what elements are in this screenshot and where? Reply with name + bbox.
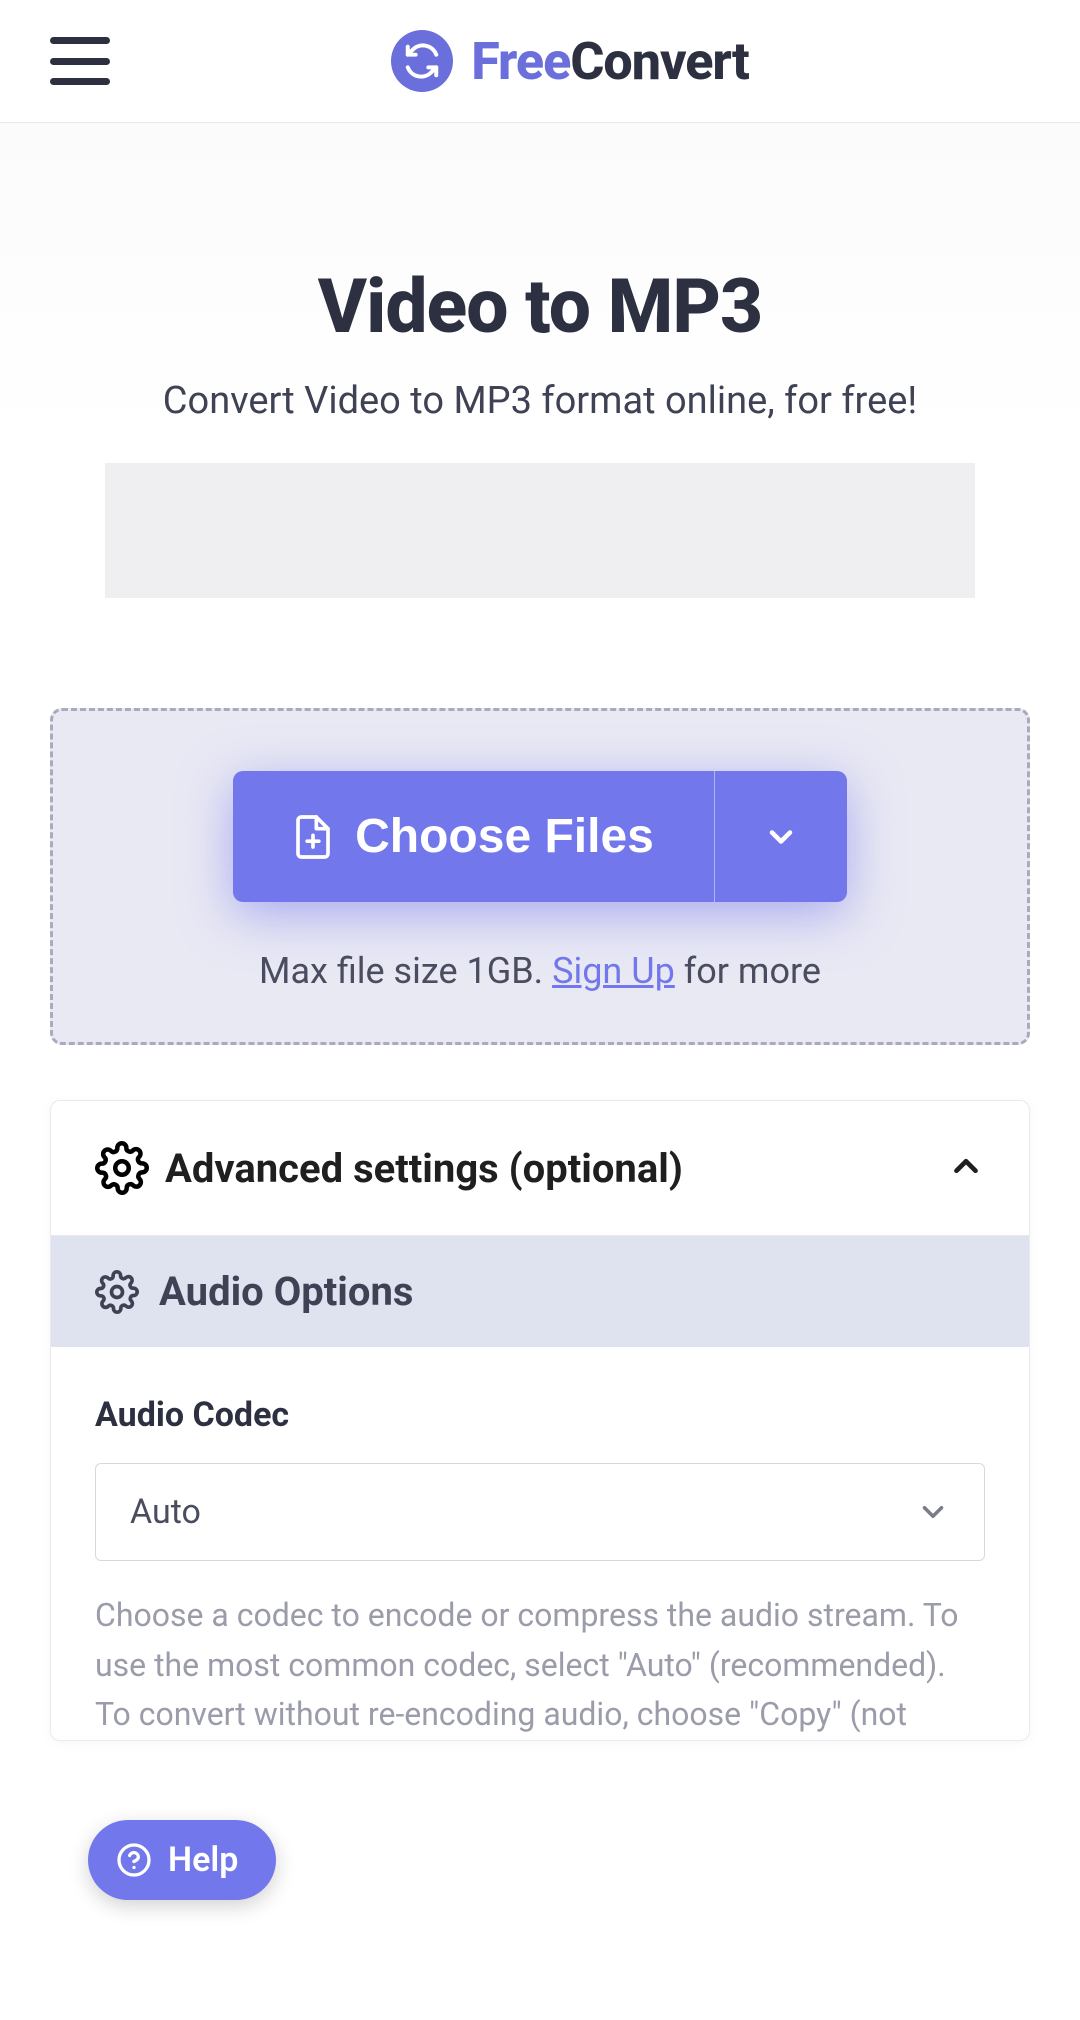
- page-subtitle: Convert Video to MP3 format online, for …: [40, 379, 1040, 423]
- advanced-settings-panel: Advanced settings (optional) Audio Optio…: [50, 1100, 1030, 1741]
- audio-options-label: Audio Options: [159, 1268, 413, 1315]
- hamburger-menu-icon[interactable]: [50, 37, 110, 85]
- advanced-settings-toggle[interactable]: Advanced settings (optional): [51, 1101, 1029, 1235]
- refresh-circle-icon: [391, 30, 453, 92]
- advanced-settings-label: Advanced settings (optional): [165, 1145, 683, 1192]
- choose-files-dropdown[interactable]: [714, 771, 847, 902]
- audio-codec-value: Auto: [130, 1492, 201, 1532]
- help-label: Help: [168, 1840, 238, 1880]
- brand-text: FreeConvert: [471, 31, 749, 92]
- help-button[interactable]: Help: [88, 1820, 276, 1900]
- audio-codec-label: Audio Codec: [95, 1395, 985, 1435]
- chevron-down-icon: [916, 1495, 950, 1529]
- file-plus-icon: [293, 813, 333, 861]
- audio-options-header: Audio Options: [51, 1235, 1029, 1347]
- signup-link[interactable]: Sign Up: [552, 950, 675, 992]
- choose-files-button[interactable]: Choose Files: [233, 771, 714, 902]
- audio-codec-hint: Choose a codec to encode or compress the…: [95, 1591, 985, 1740]
- app-header: FreeConvert: [0, 0, 1080, 123]
- choose-files-label: Choose Files: [355, 809, 654, 864]
- gear-icon: [95, 1270, 139, 1314]
- audio-codec-section: Audio Codec Auto Choose a codec to encod…: [51, 1347, 1029, 1740]
- chevron-down-icon: [763, 819, 799, 855]
- max-file-note: Max file size 1GB. Sign Up for more: [93, 950, 987, 992]
- choose-files-group: Choose Files: [233, 771, 847, 902]
- ad-placeholder: [105, 463, 975, 598]
- hero-section: Video to MP3 Convert Video to MP3 format…: [0, 123, 1080, 648]
- file-dropzone[interactable]: Choose Files Max file size 1GB. Sign Up …: [50, 708, 1030, 1045]
- page-title: Video to MP3: [40, 263, 1040, 351]
- audio-codec-select[interactable]: Auto: [95, 1463, 985, 1561]
- brand-logo[interactable]: FreeConvert: [110, 30, 1030, 92]
- chevron-up-icon: [947, 1147, 985, 1189]
- help-circle-icon: [116, 1842, 152, 1878]
- gear-icon: [95, 1141, 149, 1195]
